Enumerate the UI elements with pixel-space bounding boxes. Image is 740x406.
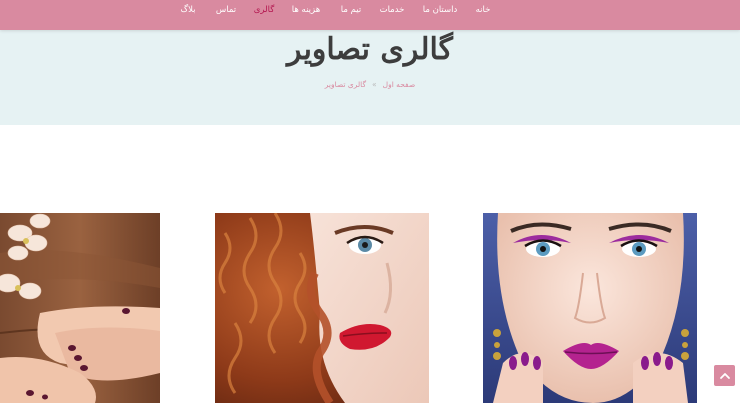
nav-item-pricing[interactable]: هزینه ها <box>292 3 320 17</box>
red-hair-photo <box>215 213 429 403</box>
nav-item-services[interactable]: خدمات <box>380 3 405 17</box>
nav-item-contact[interactable]: تماس <box>216 3 236 17</box>
page-title: گالری تصاویر <box>287 32 453 67</box>
nav-item-gallery[interactable]: گالری <box>254 3 275 17</box>
breadcrumb-separator: » <box>372 80 377 89</box>
gallery-image-purple-makeup[interactable] <box>483 213 697 403</box>
page-header: گالری تصاویر صفحه اول » گالری تصاویر <box>0 30 740 125</box>
gallery-image-red-hair[interactable] <box>215 213 429 403</box>
hands-photo <box>0 213 160 403</box>
nav-item-home[interactable]: خانه <box>476 3 491 17</box>
scroll-to-top-button[interactable] <box>714 365 735 386</box>
breadcrumb-home-link[interactable]: صفحه اول <box>383 80 416 89</box>
chevron-up-icon <box>719 372 730 379</box>
breadcrumb: صفحه اول » گالری تصاویر <box>0 79 740 91</box>
breadcrumb-current: گالری تصاویر <box>324 80 367 89</box>
purple-makeup-photo <box>483 213 697 403</box>
nav-item-blog[interactable]: بلاگ <box>180 3 195 17</box>
main-navbar: خانه داستان ما خدمات تیم ما هزینه ها گال… <box>0 0 740 30</box>
nav-item-our-team[interactable]: تیم ما <box>341 3 361 17</box>
gallery-image-hands[interactable] <box>0 213 160 403</box>
nav-item-our-story[interactable]: داستان ما <box>423 3 458 17</box>
